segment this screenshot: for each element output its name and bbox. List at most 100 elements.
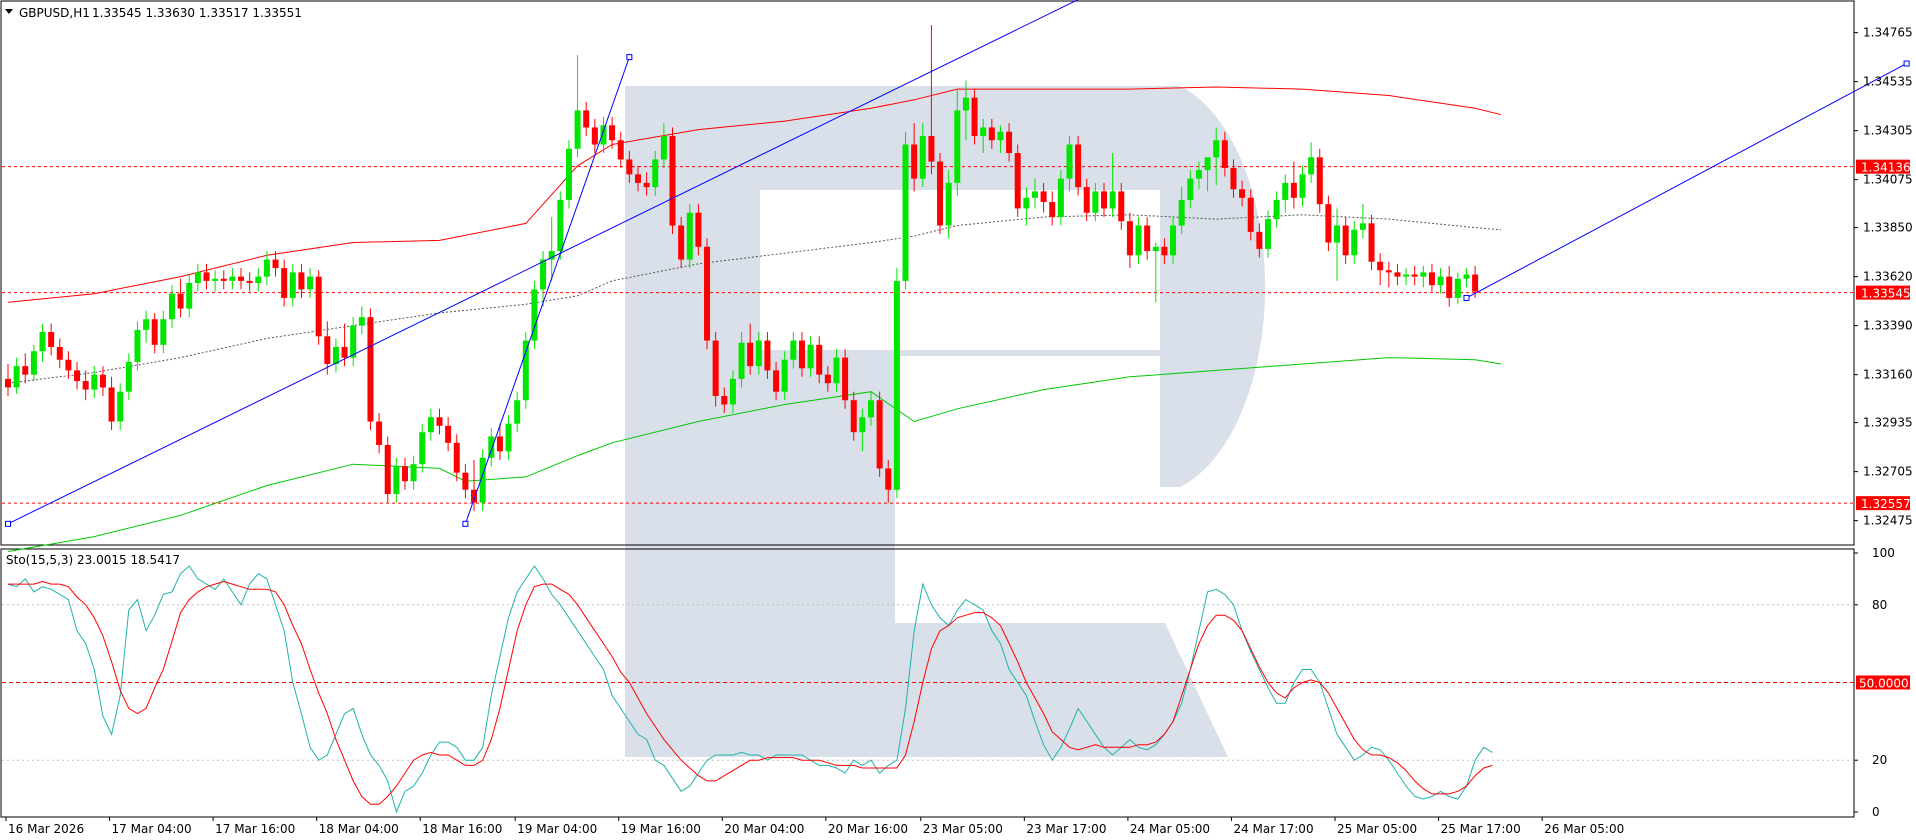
candle-body bbox=[401, 466, 408, 482]
time-tick-label: 20 Mar 04:00 bbox=[724, 822, 804, 836]
candle-body bbox=[22, 366, 29, 375]
candle-body bbox=[1031, 191, 1038, 198]
trend-anchor-handle[interactable] bbox=[626, 54, 633, 61]
candle-body bbox=[246, 280, 253, 284]
candle-body bbox=[151, 319, 158, 345]
candle-body bbox=[885, 468, 892, 490]
dropdown-triangle-icon[interactable] bbox=[5, 9, 13, 14]
candle-body bbox=[1299, 174, 1306, 198]
candle-body bbox=[427, 417, 434, 433]
trend-lines[interactable] bbox=[5, 0, 1910, 527]
level-price-label: 1.33545 bbox=[1861, 287, 1911, 301]
candle-body bbox=[453, 442, 460, 473]
candle-body bbox=[634, 174, 641, 183]
candle-body bbox=[773, 370, 780, 392]
candle-body bbox=[1101, 191, 1108, 209]
candle-body bbox=[143, 319, 150, 330]
candle-body bbox=[643, 182, 650, 188]
time-tick-label: 18 Mar 16:00 bbox=[422, 822, 502, 836]
chart-canvas[interactable]: 1.341361.335451.325571.347651.345351.343… bbox=[0, 0, 1916, 840]
candle-body bbox=[1006, 131, 1013, 154]
candle-body bbox=[1040, 191, 1047, 203]
candle-body bbox=[954, 110, 961, 183]
candle-body bbox=[600, 125, 607, 145]
price-axis[interactable]: 1.341361.335451.325571.347651.345351.343… bbox=[1854, 26, 1913, 528]
time-tick-label: 26 Mar 05:00 bbox=[1544, 822, 1624, 836]
price-tick-label: 1.32935 bbox=[1863, 416, 1913, 430]
time-axis[interactable]: 16 Mar 2026 17 Mar 04:00 17 Mar 16:00 18 Ma… bbox=[5, 817, 1624, 836]
candle-body bbox=[1437, 276, 1444, 286]
candle-body bbox=[1057, 178, 1064, 217]
horizontal-levels[interactable] bbox=[2, 166, 1854, 504]
trend-line[interactable] bbox=[464, 56, 630, 524]
trend-anchor-handle[interactable] bbox=[1463, 294, 1470, 301]
candle-body bbox=[1187, 178, 1194, 200]
symbol-caption: GBPUSD,H1 bbox=[19, 6, 90, 20]
trend-line[interactable] bbox=[1466, 63, 1907, 299]
time-tick-label: 25 Mar 05:00 bbox=[1337, 822, 1417, 836]
candle-body bbox=[255, 276, 262, 284]
time-tick-label: 19 Mar 16:00 bbox=[621, 822, 701, 836]
candle-body bbox=[307, 276, 314, 290]
candle-body bbox=[1247, 197, 1254, 232]
candle-body bbox=[1170, 225, 1177, 256]
candle-body bbox=[876, 400, 883, 469]
candle-body bbox=[117, 391, 124, 422]
candle-body bbox=[980, 127, 987, 136]
candle-body bbox=[565, 148, 572, 200]
candle-body bbox=[1282, 182, 1289, 200]
candle-body bbox=[557, 199, 564, 252]
candle-body bbox=[1351, 229, 1358, 256]
candle-body bbox=[1273, 199, 1280, 220]
candle-body bbox=[82, 381, 89, 390]
candle-body bbox=[626, 159, 633, 175]
time-tick-label: 17 Mar 04:00 bbox=[112, 822, 192, 836]
time-tick-label: 19 Mar 04:00 bbox=[517, 822, 597, 836]
candle-body bbox=[591, 127, 598, 145]
stochastic-axis: 100 80 50.0000 20 0 bbox=[1854, 546, 1910, 819]
candle-body bbox=[332, 346, 339, 364]
candle-body bbox=[695, 212, 702, 247]
candle-body bbox=[781, 359, 788, 392]
candle-body bbox=[1446, 276, 1453, 298]
trend-line[interactable] bbox=[7, 0, 1087, 525]
candle-body bbox=[99, 374, 106, 388]
candle-body bbox=[1049, 202, 1056, 217]
candle-body bbox=[902, 144, 909, 281]
candle-body bbox=[48, 332, 55, 347]
time-tick-label: 24 Mar 05:00 bbox=[1130, 822, 1210, 836]
candle-body bbox=[1135, 225, 1142, 256]
candle-body bbox=[220, 278, 227, 281]
candle-body bbox=[462, 472, 469, 490]
candle-body bbox=[376, 421, 383, 445]
price-tick-label: 1.33850 bbox=[1863, 221, 1913, 235]
candle-body bbox=[1368, 223, 1375, 262]
candle-body bbox=[1403, 274, 1410, 277]
stochastic-tick-label: 20 bbox=[1872, 753, 1887, 767]
trend-anchor-handle[interactable] bbox=[5, 520, 11, 527]
price-tick-label: 1.32475 bbox=[1863, 514, 1913, 528]
candle-body bbox=[764, 340, 771, 371]
price-tick-label: 1.33390 bbox=[1863, 319, 1913, 333]
candle-body bbox=[1377, 261, 1384, 271]
candle-body bbox=[1109, 191, 1116, 209]
candle-body bbox=[1454, 278, 1461, 298]
candle-body bbox=[1342, 225, 1349, 256]
time-tick-label: 23 Mar 17:00 bbox=[1026, 822, 1106, 836]
trend-anchor-handle[interactable] bbox=[1903, 60, 1910, 67]
candle-body bbox=[229, 276, 236, 281]
time-tick-label: 20 Mar 16:00 bbox=[828, 822, 908, 836]
candle-body bbox=[583, 110, 590, 128]
trend-anchor-handle[interactable] bbox=[462, 520, 469, 527]
candle-body bbox=[721, 395, 728, 405]
candle-body bbox=[5, 378, 11, 388]
candle-body bbox=[937, 161, 944, 226]
time-tick-label: 25 Mar 17:00 bbox=[1441, 822, 1521, 836]
candle-body bbox=[384, 444, 391, 494]
candle-body bbox=[1075, 144, 1082, 188]
candle-body bbox=[194, 272, 201, 284]
level-price-label: 1.32557 bbox=[1861, 497, 1911, 511]
candle-body bbox=[125, 361, 132, 392]
candle-body bbox=[859, 417, 866, 433]
candle-body bbox=[1014, 153, 1021, 209]
